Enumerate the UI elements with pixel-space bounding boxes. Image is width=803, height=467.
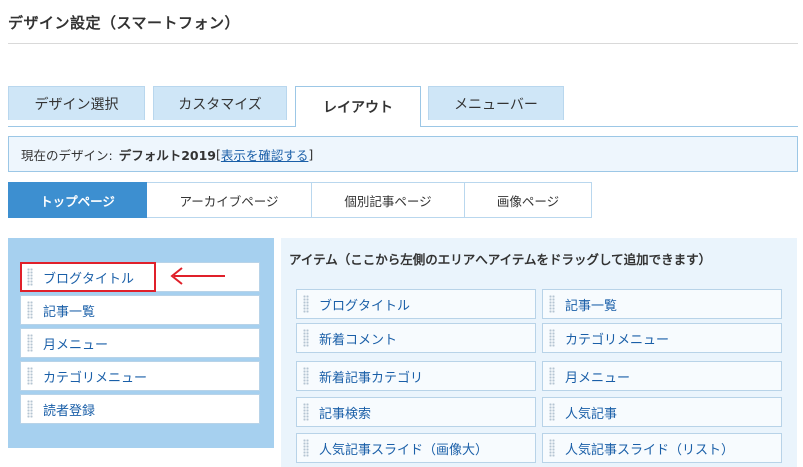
view-design-link[interactable]: 表示を確認する — [221, 145, 309, 164]
tab-layout[interactable]: レイアウト — [295, 86, 421, 127]
drag-handle-icon[interactable] — [303, 439, 309, 457]
page-tab-archive[interactable]: アーカイブページ — [147, 182, 312, 218]
drag-handle-icon[interactable] — [549, 367, 555, 385]
tab-customize[interactable]: カスタマイズ — [153, 86, 287, 120]
available-item-label: 人気記事 — [565, 406, 618, 422]
available-item-article-list[interactable]: 記事一覧 — [542, 289, 782, 319]
layout-item-label: 記事一覧 — [43, 304, 96, 320]
available-item-popular-slide-list[interactable]: 人気記事スライド（リスト） — [542, 433, 782, 463]
available-item-month-menu[interactable]: 月メニュー — [542, 361, 782, 391]
available-item-label: 人気記事スライド（リスト） — [565, 442, 735, 458]
drag-handle-icon[interactable] — [27, 367, 33, 385]
drag-handle-icon[interactable] — [303, 295, 309, 313]
page-type-tabs: トップページ アーカイブページ 個別記事ページ 画像ページ — [8, 182, 592, 218]
drag-handle-icon[interactable] — [303, 403, 309, 421]
drag-handle-icon[interactable] — [303, 329, 309, 347]
current-design-name: デフォルト2019 — [118, 147, 217, 163]
available-item-label: 月メニュー — [565, 370, 631, 386]
page-tab-top[interactable]: トップページ — [8, 182, 147, 218]
available-item-label: ブログタイトル — [319, 298, 411, 314]
drag-handle-icon[interactable] — [549, 439, 555, 457]
bracket-close: ] — [308, 146, 314, 162]
available-item-label: 人気記事スライド（画像大） — [319, 442, 489, 458]
layout-item-label: カテゴリメニュー — [43, 370, 148, 386]
available-item-popular-articles[interactable]: 人気記事 — [542, 397, 782, 427]
left-arrow-icon — [170, 267, 225, 285]
available-item-label: カテゴリメニュー — [565, 332, 670, 348]
layout-item-subscribe[interactable]: 読者登録 — [20, 394, 260, 424]
page-tab-image[interactable]: 画像ページ — [465, 182, 592, 218]
highlight-box — [20, 262, 156, 292]
layout-item-label: 月メニュー — [43, 337, 109, 353]
available-item-label: 記事検索 — [319, 406, 372, 422]
available-item-new-article-category[interactable]: 新着記事カテゴリ — [296, 361, 536, 391]
drag-handle-icon[interactable] — [549, 329, 555, 347]
drag-handle-icon[interactable] — [549, 403, 555, 421]
available-item-category-menu[interactable]: カテゴリメニュー — [542, 323, 782, 353]
layout-item-month-menu[interactable]: 月メニュー — [20, 328, 260, 358]
current-design-bar: 現在のデザイン: デフォルト2019 [ 表示を確認する ] — [8, 136, 798, 172]
available-item-label: 新着コメント — [319, 332, 398, 348]
available-item-label: 記事一覧 — [565, 298, 618, 314]
drag-handle-icon[interactable] — [27, 301, 33, 319]
available-item-new-comments[interactable]: 新着コメント — [296, 323, 536, 353]
drag-handle-icon[interactable] — [27, 334, 33, 352]
tab-design-select[interactable]: デザイン選択 — [8, 86, 145, 120]
layout-item-category-menu[interactable]: カテゴリメニュー — [20, 361, 260, 391]
page-title: デザイン設定（スマートフォン） — [8, 14, 241, 32]
drag-handle-icon[interactable] — [27, 400, 33, 418]
available-item-blog-title[interactable]: ブログタイトル — [296, 289, 536, 319]
layout-item-article-list[interactable]: 記事一覧 — [20, 295, 260, 325]
drag-handle-icon[interactable] — [549, 295, 555, 313]
current-design-prefix: 現在のデザイン: — [21, 147, 113, 163]
available-item-article-search[interactable]: 記事検索 — [296, 397, 536, 427]
available-item-label: 新着記事カテゴリ — [319, 370, 424, 386]
items-panel-title: アイテム（ここから左側のエリアへアイテムをドラッグして追加できます） — [289, 252, 712, 267]
layout-item-label: 読者登録 — [43, 403, 96, 419]
available-item-popular-slide-large[interactable]: 人気記事スライド（画像大） — [296, 433, 536, 463]
page-tab-article[interactable]: 個別記事ページ — [312, 182, 465, 218]
title-divider — [8, 43, 798, 44]
drag-handle-icon[interactable] — [303, 367, 309, 385]
tab-menu-bar[interactable]: メニューバー — [428, 86, 564, 120]
